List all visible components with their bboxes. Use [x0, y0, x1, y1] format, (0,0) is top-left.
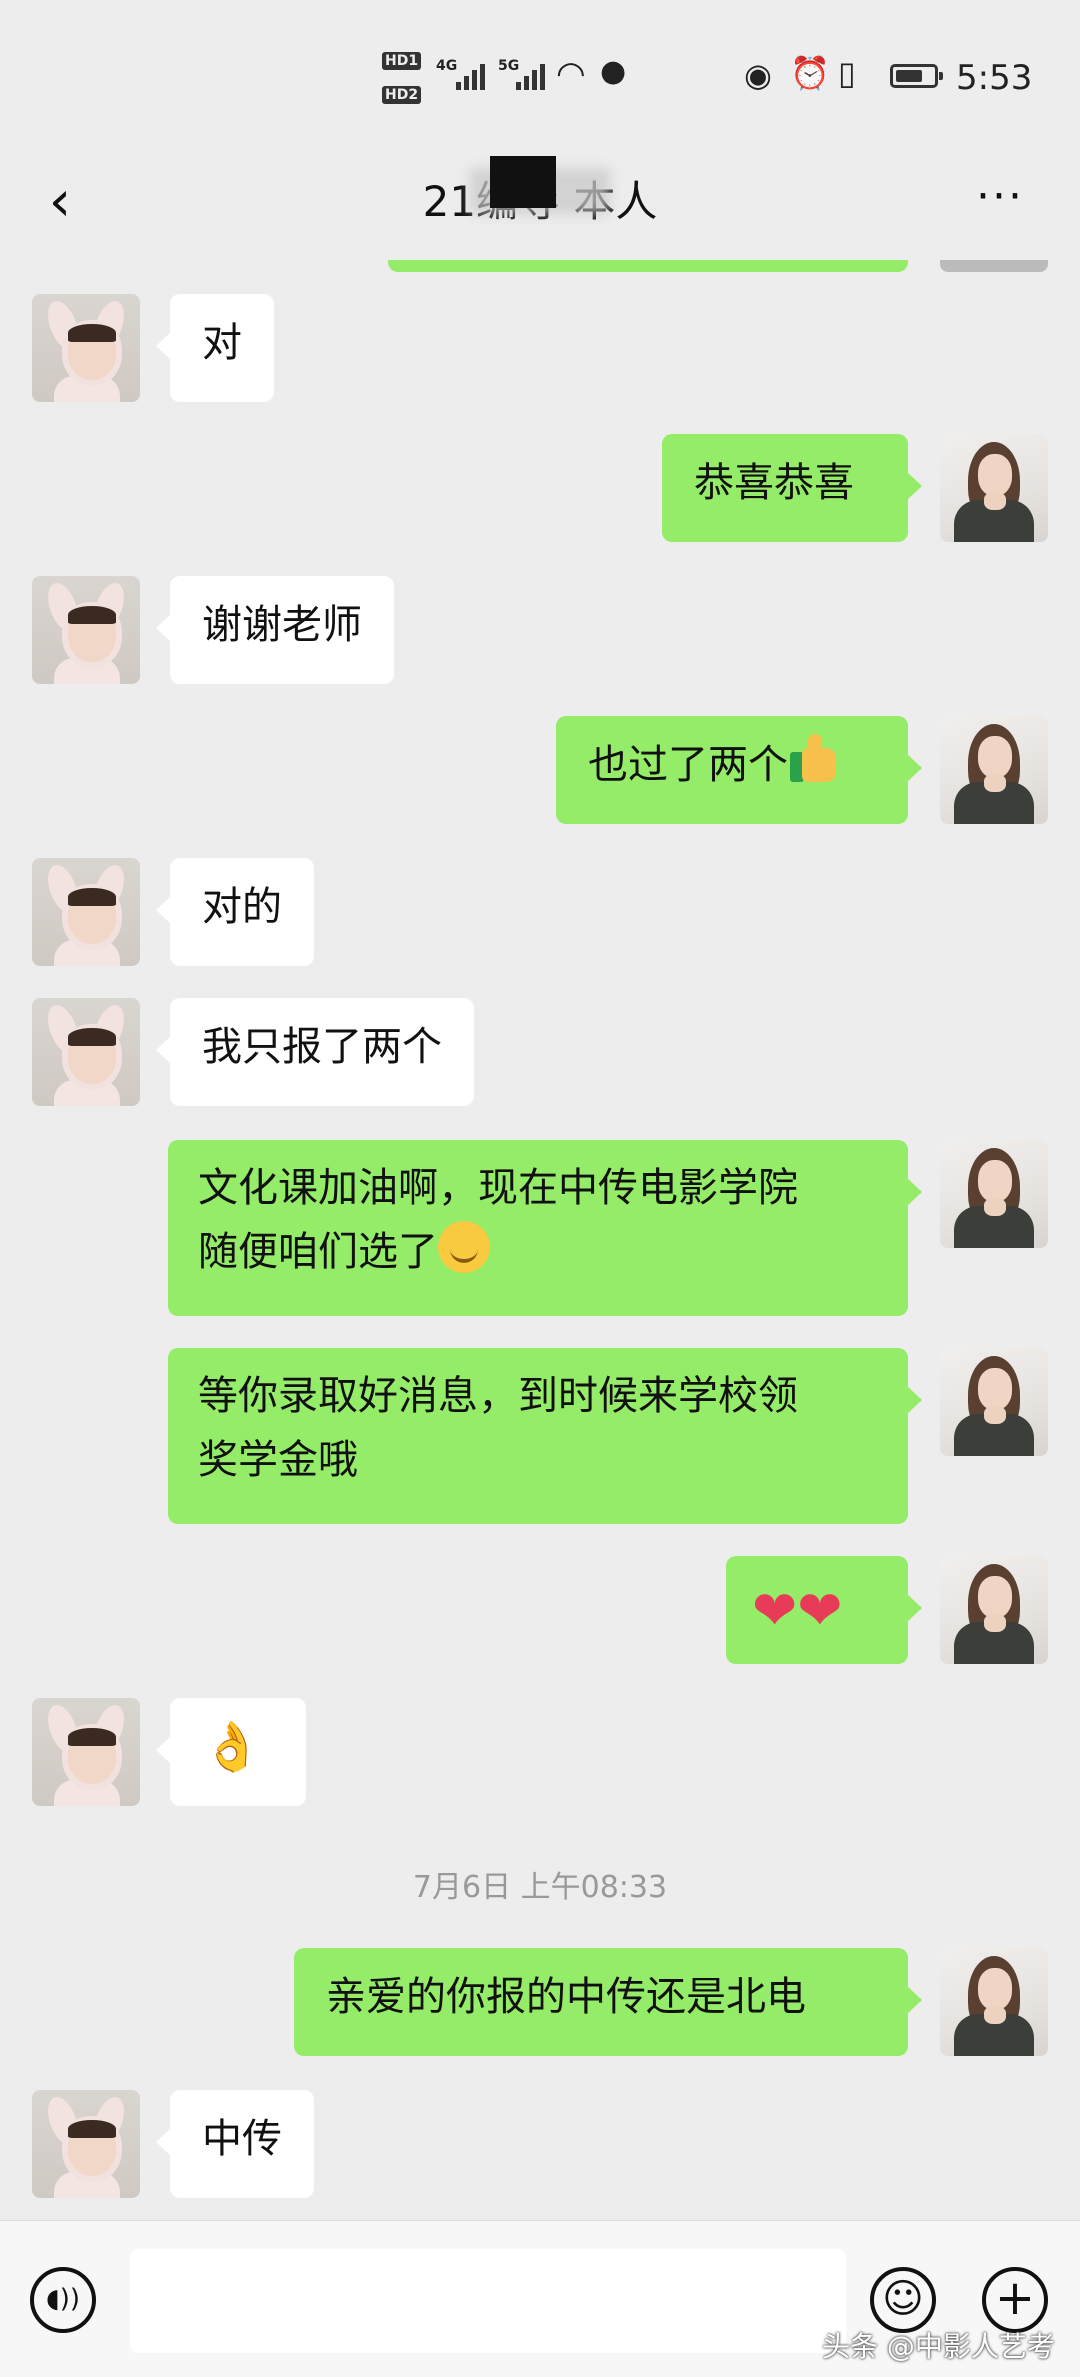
own-avatar[interactable] — [940, 1556, 1048, 1664]
own-avatar[interactable] — [940, 1948, 1048, 2056]
received-message[interactable]: 对的 — [156, 858, 314, 966]
received-message[interactable]: 对 — [156, 294, 274, 402]
more-horizontal-icon[interactable]: ··· — [960, 172, 1040, 232]
message-text-line: 随便咱们选了 — [198, 1220, 878, 1284]
network-4g-label: 4G — [436, 58, 458, 74]
message-row: 对 — [0, 294, 1080, 402]
message-row: 中传 — [0, 2090, 1080, 2198]
signal-icon — [456, 64, 485, 90]
thumbs-up-icon — [788, 734, 838, 784]
clock-time: 5:53 — [956, 58, 1033, 98]
received-message[interactable]: 我只报了两个 — [156, 998, 474, 1106]
contact-avatar[interactable] — [32, 858, 140, 966]
battery-icon — [890, 64, 943, 88]
message-row: 👌 — [0, 1698, 1080, 1806]
eye-icon: ◉ — [744, 56, 772, 94]
watermark: 头条 @中影人艺考 — [822, 2330, 1055, 2363]
signal-icon — [516, 64, 545, 90]
sent-message[interactable]: ❤❤ — [726, 1556, 922, 1664]
message-timestamp: 7月6日 上午08:33 — [412, 1870, 668, 1905]
received-message[interactable]: 👌 — [156, 1698, 306, 1806]
sent-message[interactable]: 亲爱的你报的中传还是北电 — [294, 1948, 922, 2056]
message-row: ❤❤ — [0, 1556, 1080, 1664]
sent-message[interactable]: 文化课加油啊，现在中传电影学院 随便咱们选了 — [168, 1140, 922, 1316]
message-row: 文化课加油啊，现在中传电影学院 随便咱们选了 — [0, 1140, 1080, 1316]
hd1-badge: HD1 — [382, 52, 422, 70]
cut-off-avatar — [940, 260, 1048, 272]
sent-message[interactable]: 等你录取好消息，到时候来学校领 奖学金哦 — [168, 1348, 922, 1524]
message-text-line: 奖学金哦 — [198, 1437, 358, 1483]
wifi-icon: ◠ — [556, 54, 586, 94]
contact-avatar[interactable] — [32, 2090, 140, 2198]
wechat-icon: ● — [600, 54, 627, 89]
own-avatar[interactable] — [940, 1348, 1048, 1456]
message-row: 亲爱的你报的中传还是北电 — [0, 1948, 1080, 2056]
message-list[interactable]: 对 恭喜恭喜 谢谢老师 也过了两个 对的 我只报了两个 文化课加油啊，现在中传电… — [0, 260, 1080, 2220]
message-text-line: 文化课加油啊，现在中传电影学院 — [198, 1165, 798, 1211]
contact-avatar[interactable] — [32, 576, 140, 684]
status-bar: HD1 HD2 4G 5G ◠ ● ◉ ⏰ ▯ 5:53 — [0, 0, 1080, 150]
contact-avatar[interactable] — [32, 294, 140, 402]
ok-hand-icon: 👌 — [202, 1719, 262, 1775]
hearts-icon: ❤❤ — [752, 1579, 843, 1642]
message-row: 等你录取好消息，到时候来学校领 奖学金哦 — [0, 1348, 1080, 1524]
hd2-badge: HD2 — [382, 86, 422, 104]
cut-off-bubble — [388, 260, 908, 272]
message-text-line: 等你录取好消息，到时候来学校领 — [198, 1373, 798, 1419]
message-text: 随便咱们选了 — [198, 1229, 438, 1275]
message-input[interactable] — [130, 2249, 846, 2353]
contact-avatar[interactable] — [32, 998, 140, 1106]
voice-icon[interactable]: ◖)) — [30, 2267, 96, 2333]
message-text: 也过了两个 — [588, 742, 788, 788]
redaction-block — [490, 156, 556, 208]
message-row: 恭喜恭喜 — [0, 434, 1080, 542]
message-row: 我只报了两个 — [0, 998, 1080, 1106]
received-message[interactable]: 中传 — [156, 2090, 314, 2198]
vibrate-icon: ▯ — [838, 54, 856, 92]
message-row: 谢谢老师 — [0, 576, 1080, 684]
message-row: 对的 — [0, 858, 1080, 966]
chat-header: ‹ 21编导 本人 ··· — [0, 150, 1080, 260]
received-message[interactable]: 谢谢老师 — [156, 576, 394, 684]
sent-message[interactable]: 也过了两个 — [556, 716, 922, 824]
plus-icon[interactable]: + — [982, 2267, 1048, 2333]
own-avatar[interactable] — [940, 716, 1048, 824]
grinning-face-icon — [438, 1221, 490, 1273]
own-avatar[interactable] — [940, 1140, 1048, 1248]
message-row: 也过了两个 — [0, 716, 1080, 824]
smile-icon[interactable]: ☺ — [870, 2267, 936, 2333]
sent-message[interactable]: 恭喜恭喜 — [662, 434, 922, 542]
alarm-icon: ⏰ — [790, 54, 830, 92]
contact-avatar[interactable] — [32, 1698, 140, 1806]
own-avatar[interactable] — [940, 434, 1048, 542]
